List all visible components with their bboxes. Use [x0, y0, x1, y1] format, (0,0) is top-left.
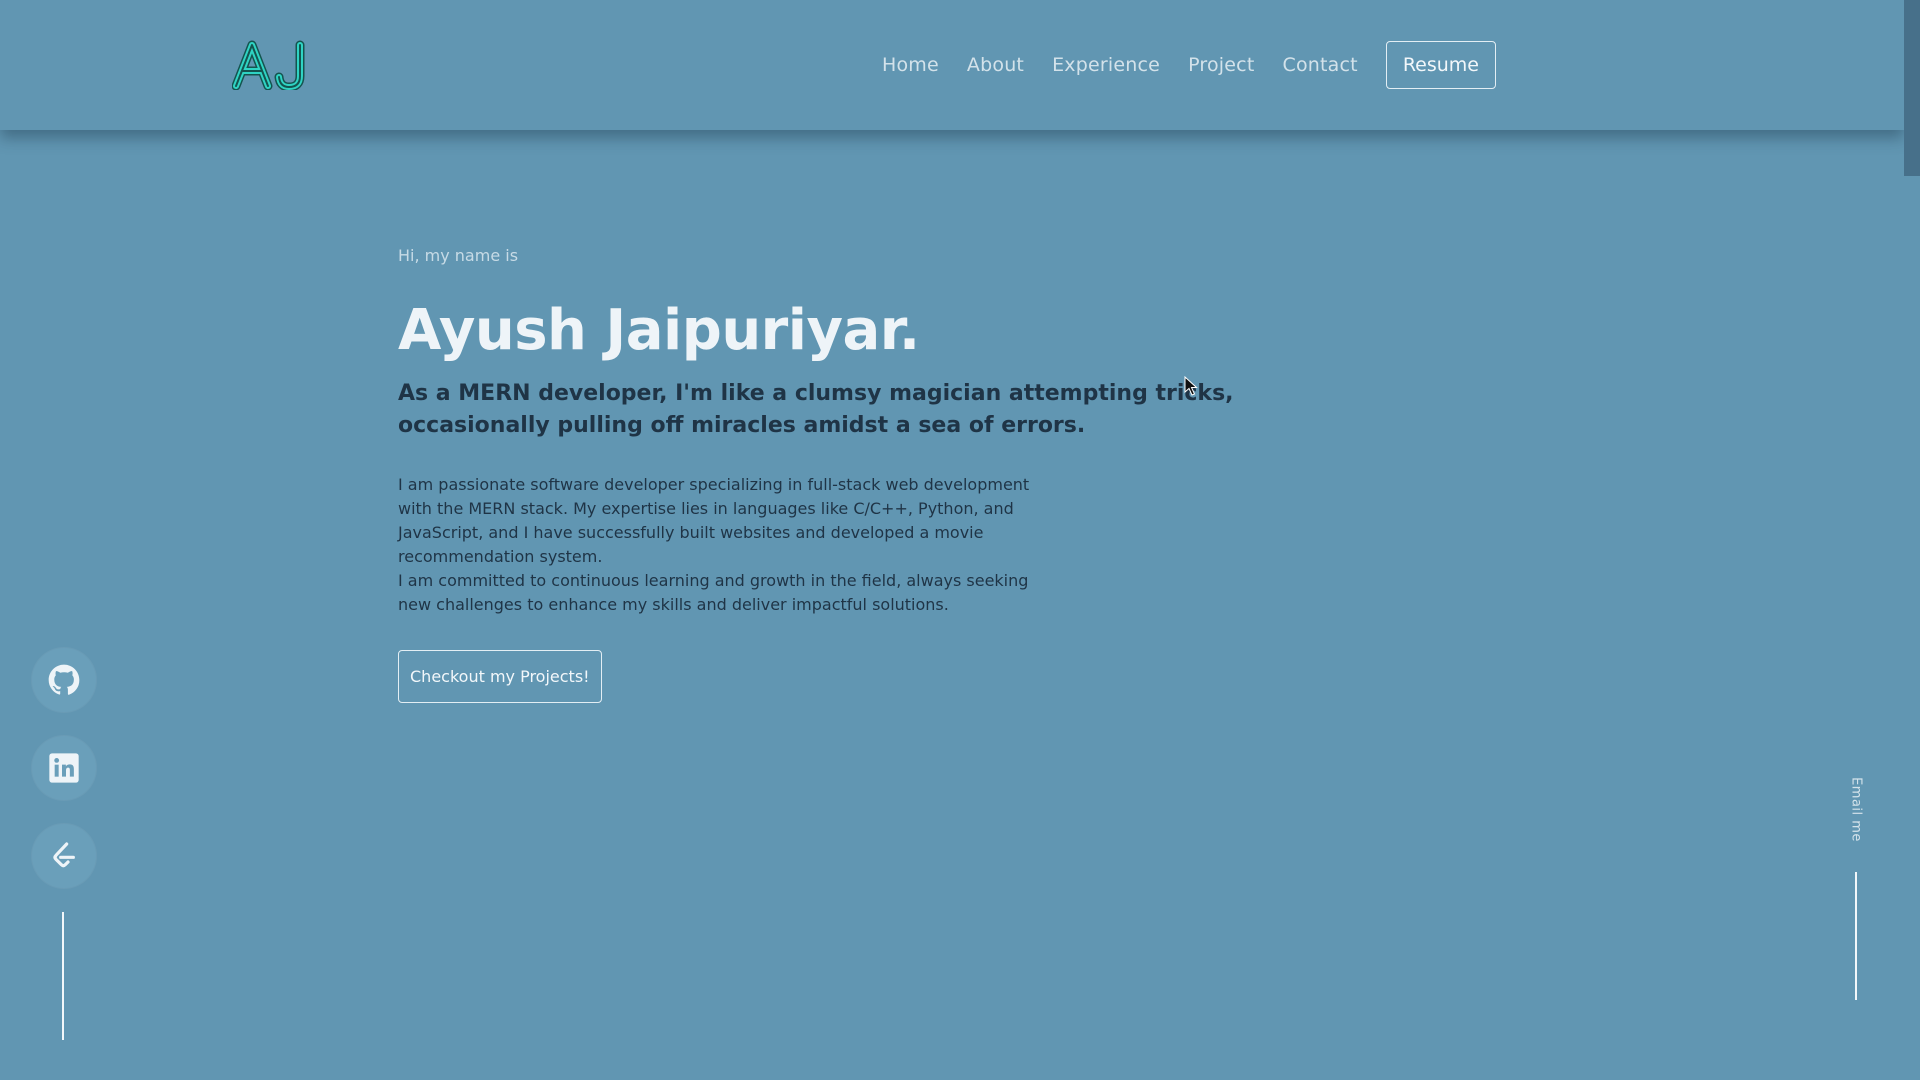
github-link[interactable] [32, 648, 96, 712]
about-paragraph-1: I am passionate software developer speci… [398, 475, 1030, 566]
nav-home[interactable]: Home [882, 54, 939, 76]
logo-icon[interactable]: AJ [232, 40, 314, 90]
mouse-cursor-icon [1184, 376, 1198, 396]
checkout-projects-button[interactable]: Checkout my Projects! [398, 650, 602, 703]
social-rail-line [62, 912, 64, 1040]
github-icon [48, 664, 80, 695]
linkedin-link[interactable] [32, 736, 96, 800]
email-me-label: Email me [1848, 777, 1864, 842]
leetcode-link[interactable] [32, 824, 96, 888]
leetcode-icon [53, 842, 75, 868]
resume-button[interactable]: Resume [1385, 41, 1496, 89]
email-link[interactable]: Email me [1836, 774, 1876, 844]
email-rail-line [1855, 872, 1857, 1000]
page-scrollbar[interactable] [1904, 0, 1920, 1080]
scrollbar-thumb[interactable] [1904, 0, 1920, 176]
nav-about[interactable]: About [967, 54, 1024, 76]
nav-project[interactable]: Project [1188, 54, 1254, 76]
site-header: AJ Home About Experience Project Contact… [0, 0, 1904, 130]
nav-contact[interactable]: Contact [1282, 54, 1357, 76]
nav-experience[interactable]: Experience [1052, 54, 1160, 76]
hero-name: Ayush Jaipuriyar. [398, 298, 920, 363]
about-paragraph-2: I am committed to continuous learning an… [398, 571, 1029, 614]
portfolio-page: AJ Home About Experience Project Contact… [0, 0, 1920, 1080]
linkedin-icon [49, 753, 79, 783]
greeting-text: Hi, my name is [398, 246, 519, 265]
main-nav: Home About Experience Project Contact Re… [854, 0, 1496, 130]
hero-tagline: As a MERN developer, I'm like a clumsy m… [398, 381, 1234, 438]
about-summary: I am passionate software developer speci… [398, 473, 1038, 617]
